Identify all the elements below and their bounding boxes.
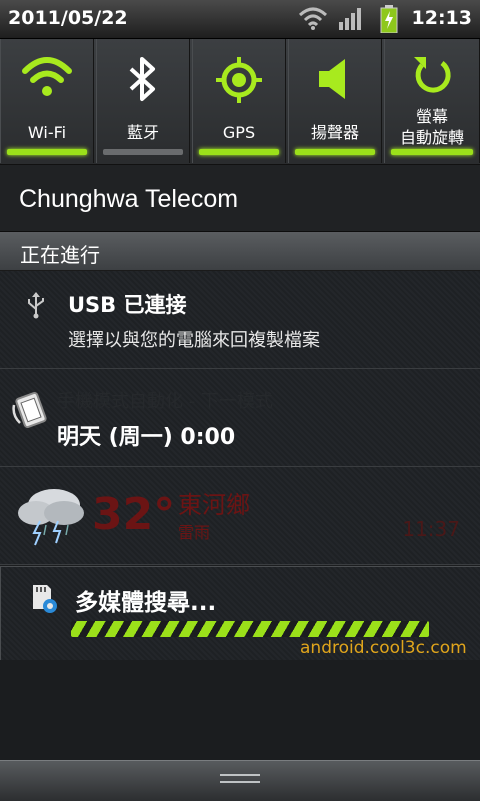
- toggle-wifi-label: Wi-Fi: [27, 123, 67, 142]
- toggle-wifi[interactable]: Wi-Fi: [0, 39, 94, 163]
- section-title: 正在進行: [20, 243, 100, 267]
- toggle-speaker-label: 揚聲器: [310, 123, 359, 142]
- toggle-indicator: [103, 149, 183, 155]
- notification-weather[interactable]: 32° 東河鄉 雷雨 11:37: [0, 467, 480, 565]
- weather-location: 東河鄉: [178, 491, 250, 519]
- weather-temperature: 32°: [92, 489, 176, 540]
- toggle-bluetooth-label: 藍牙: [126, 123, 159, 142]
- toggle-auto-rotate[interactable]: 螢幕 自動旋轉: [384, 39, 480, 163]
- rotate-icon: [385, 53, 479, 103]
- carrier-name: Chunghwa Telecom: [19, 185, 239, 213]
- bluetooth-icon: [97, 55, 189, 105]
- toggle-speaker[interactable]: 揚聲器: [288, 39, 382, 163]
- phone-rotate-icon: [12, 391, 52, 435]
- weather-condition: 雷雨: [178, 523, 211, 542]
- toggle-rotate-label-line1: 螢幕: [415, 107, 448, 126]
- watermark-text: android.cool3c.com: [300, 638, 467, 658]
- toggle-indicator: [199, 149, 279, 155]
- wifi-icon: [1, 55, 93, 105]
- gps-icon: [193, 55, 285, 105]
- toggle-bluetooth[interactable]: 藍牙: [96, 39, 190, 163]
- carrier-row: Chunghwa Telecom: [0, 165, 480, 232]
- status-bar: 2011/05/22 12:13: [0, 0, 480, 39]
- notification-mode-automation[interactable]: 手機模式自動化 - 下一模式 明天 (周一) 0:00: [0, 369, 480, 467]
- status-date: 2011/05/22: [8, 7, 128, 29]
- signal-icon: [338, 8, 364, 34]
- quick-settings-bar: Wi-Fi 藍牙 GPS 揚聲器 螢幕 自動旋轉: [0, 39, 480, 165]
- toggle-rotate-label-line2: 自動旋轉: [399, 128, 464, 147]
- usb-icon: [26, 291, 46, 323]
- status-time: 12:13: [411, 7, 472, 29]
- battery-charging-icon: [380, 5, 398, 37]
- toggle-indicator: [295, 149, 375, 155]
- notification-title: 多媒體搜尋...: [75, 590, 217, 616]
- notification-usb[interactable]: USB 已連接 選擇以與您的電腦來回複製檔案: [0, 271, 480, 369]
- notification-title: 手機模式自動化 - 下一模式: [57, 391, 273, 412]
- speaker-icon: [289, 55, 381, 105]
- thunderstorm-icon: [16, 483, 88, 551]
- toggle-gps-label: GPS: [222, 123, 256, 142]
- weather-updated-time: 11:37: [402, 517, 460, 541]
- notification-subtitle: 明天 (周一) 0:00: [57, 425, 236, 450]
- media-scan-progress-bar: [71, 621, 429, 637]
- toggle-gps[interactable]: GPS: [192, 39, 286, 163]
- drag-grip-icon: [220, 774, 260, 786]
- sdcard-gear-icon: [29, 583, 59, 619]
- notification-title: USB 已連接: [68, 293, 187, 317]
- wifi-icon: [298, 5, 328, 35]
- toggle-indicator: [391, 149, 473, 155]
- ongoing-section-header: 正在進行: [0, 232, 480, 271]
- toggle-indicator: [7, 149, 87, 155]
- notification-subtitle: 選擇以與您的電腦來回複製檔案: [68, 330, 320, 351]
- empty-notification-area: [0, 660, 480, 760]
- shade-close-handle[interactable]: [0, 760, 480, 801]
